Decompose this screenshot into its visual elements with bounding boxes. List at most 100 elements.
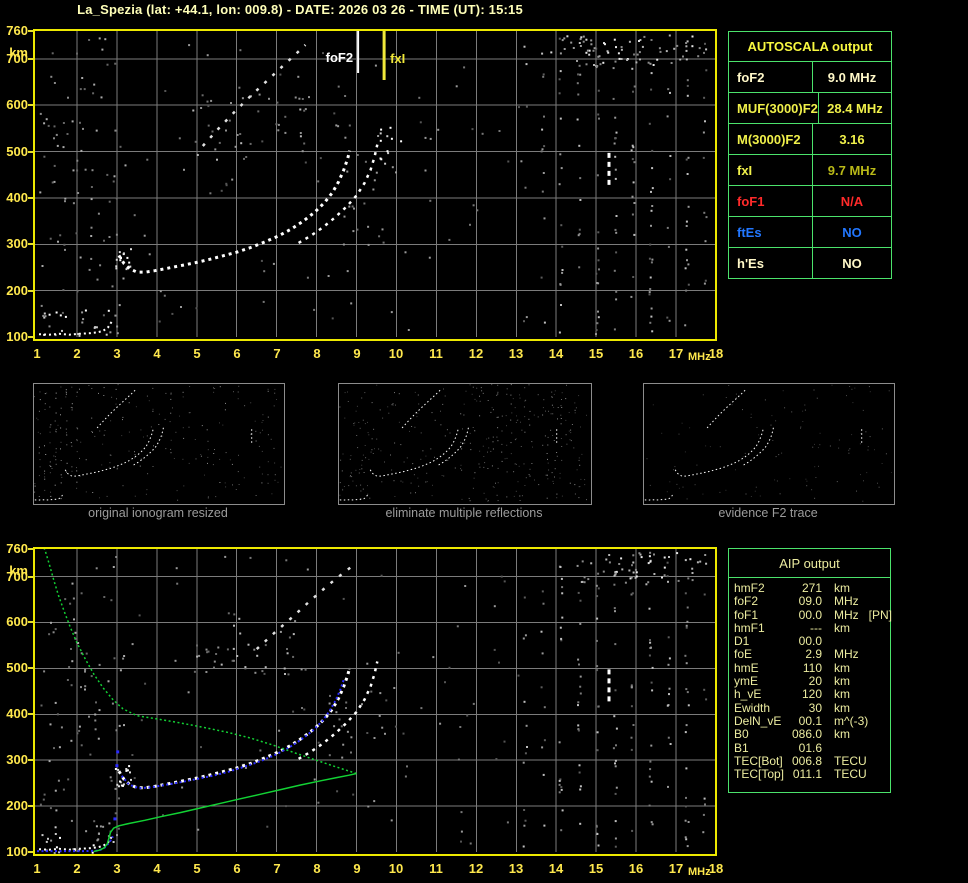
parameter-value: NO — [842, 224, 862, 240]
panel-original-ionogram — [33, 383, 294, 505]
x-axis-tick-label: 15 — [588, 861, 604, 876]
y-axis-tick — [28, 58, 33, 60]
aip-row-d1: D1 00.0 — [734, 634, 890, 648]
x-axis-tick-label: 17 — [668, 346, 684, 361]
y-axis-tick — [28, 548, 33, 550]
parameter-unit: TECU — [834, 753, 867, 768]
parameter-note: [PN] — [868, 607, 893, 622]
top-ionogram-canvas: foF2 fxI — [33, 29, 717, 341]
parameter-unit: km — [834, 727, 851, 742]
aip-row-yme: ymE 20 km — [734, 674, 890, 689]
x-axis-tick-label: 13 — [508, 346, 524, 361]
y-axis-tick-label: 400 — [6, 706, 28, 721]
x-axis-tick-label: 1 — [33, 346, 41, 361]
parameter-name: B0 — [734, 727, 749, 742]
aip-table-title: AIP output — [729, 549, 890, 578]
parameter-unit: m^(-3) — [834, 713, 869, 728]
parameter-name: h'Es — [729, 248, 813, 278]
y-axis-tick — [28, 104, 33, 106]
parameter-value: 01.6 — [798, 740, 822, 755]
autoscala-row-muf3000f2: MUF(3000)F2 28.4 MHz — [729, 92, 891, 123]
parameter-unit: MHz — [834, 647, 859, 662]
parameter-value: --- — [810, 620, 822, 635]
parameter-name: hmE — [734, 660, 759, 675]
aip-row-hve: h_vE 120 km — [734, 687, 890, 702]
parameter-name: foF1 — [734, 607, 759, 622]
parameter-value: 006.8 — [792, 753, 823, 768]
x-axis-unit-label: MHz — [688, 351, 711, 363]
x-axis-tick-label: 9 — [353, 346, 361, 361]
parameter-name: DelN_vE — [734, 713, 782, 728]
x-axis-tick-label: 14 — [548, 346, 564, 361]
svg-text:fxI: fxI — [390, 51, 405, 66]
y-axis-tick-label: 200 — [6, 283, 28, 298]
autoscala-row-fof1: foF1 N/A — [729, 185, 891, 216]
parameter-name: hmF2 — [734, 581, 765, 595]
x-axis-tick-label: 16 — [628, 346, 644, 361]
parameter-value: 120 — [801, 687, 822, 702]
parameter-unit: km — [834, 620, 850, 635]
aip-row-delnve: DelN_vE 00.1 m^(-3) — [734, 713, 890, 728]
autoscala-row-fof2: foF2 9.0 MHz — [729, 62, 891, 92]
x-axis-tick-label: 11 — [429, 346, 443, 361]
aip-output-table: AIP output hmF2 271 km foF2 09.0 MHz foF1 00.0 M… — [728, 548, 893, 793]
x-axis-tick-label: 2 — [73, 346, 81, 361]
autoscala-row-m3000f2: M(3000)F2 3.16 — [729, 123, 891, 154]
bottom-ionogram-canvas — [33, 546, 717, 856]
mini-ionogram-canvas — [339, 384, 599, 502]
y-axis-tick-label: 300 — [6, 752, 28, 767]
x-axis-tick-label: 15 — [588, 346, 604, 361]
aip-row-fof1: foF1 00.0 MHz [PN] — [734, 607, 893, 622]
parameter-value: 30 — [808, 700, 822, 715]
parameter-unit: TECU — [834, 767, 867, 782]
station-title: La_Spezia (lat: +44.1, lon: 009.8) - DAT… — [77, 2, 523, 17]
y-axis-unit-label: km — [9, 563, 28, 578]
y-axis-tick — [28, 621, 33, 623]
y-axis-tick — [28, 243, 33, 245]
y-axis-tick-label: 600 — [6, 614, 28, 629]
parameter-name: fxI — [729, 155, 813, 185]
y-axis-tick — [28, 576, 33, 578]
y-axis-tick-label: 760 — [6, 541, 28, 556]
y-axis-tick — [28, 805, 33, 807]
aip-row-hme: hmE 110 km — [734, 660, 890, 675]
mini-ionogram-canvas — [33, 384, 294, 501]
x-axis-tick-label: 10 — [388, 861, 404, 876]
x-axis-tick-label: 14 — [548, 861, 564, 876]
x-axis-tick-label: 5 — [193, 861, 201, 876]
parameter-value: 271 — [801, 581, 822, 595]
y-axis-tick — [28, 151, 33, 153]
parameter-name: ymE — [734, 674, 758, 689]
parameter-value: 20 — [808, 674, 822, 689]
panel-evidence-f2-trace — [643, 383, 896, 505]
y-axis-tick-label: 100 — [6, 844, 28, 859]
parameter-name: M(3000)F2 — [729, 124, 813, 154]
parameter-name: hmF1 — [734, 620, 765, 635]
svg-text:foF2: foF2 — [326, 50, 353, 65]
parameter-unit: km — [834, 581, 850, 595]
aip-row-tectop: TEC[Top] 011.1 TECU — [734, 767, 890, 782]
x-axis-tick-label: 4 — [153, 861, 161, 876]
aip-row-foe: foE 2.9 MHz — [734, 647, 890, 662]
x-axis-tick-label: 6 — [233, 346, 241, 361]
aip-row-b0: B0 086.0 km — [734, 727, 890, 742]
parameter-name: ftEs — [729, 217, 813, 247]
x-axis-tick-label: 16 — [628, 861, 644, 876]
y-axis-tick — [28, 851, 33, 853]
parameter-value: 011.1 — [792, 767, 822, 782]
aip-row-b1: B1 01.6 — [734, 740, 890, 755]
aip-row-hmf1: hmF1 --- km — [734, 620, 890, 635]
parameter-value: 00.1 — [798, 713, 822, 728]
y-axis-tick — [28, 30, 33, 32]
parameter-unit: km — [834, 674, 850, 689]
x-axis-tick-label: 8 — [313, 861, 321, 876]
parameter-unit: km — [834, 687, 850, 702]
parameter-name: foF2 — [729, 62, 813, 92]
x-axis-tick-label: 10 — [388, 346, 404, 361]
x-axis-tick-label: 8 — [313, 346, 321, 361]
x-axis-tick-label: 3 — [113, 861, 121, 876]
parameter-value: 2.9 — [805, 647, 822, 662]
parameter-name: foF2 — [734, 594, 759, 609]
mini-ionogram-canvas — [644, 384, 896, 502]
parameter-value: 3.16 — [839, 131, 865, 147]
